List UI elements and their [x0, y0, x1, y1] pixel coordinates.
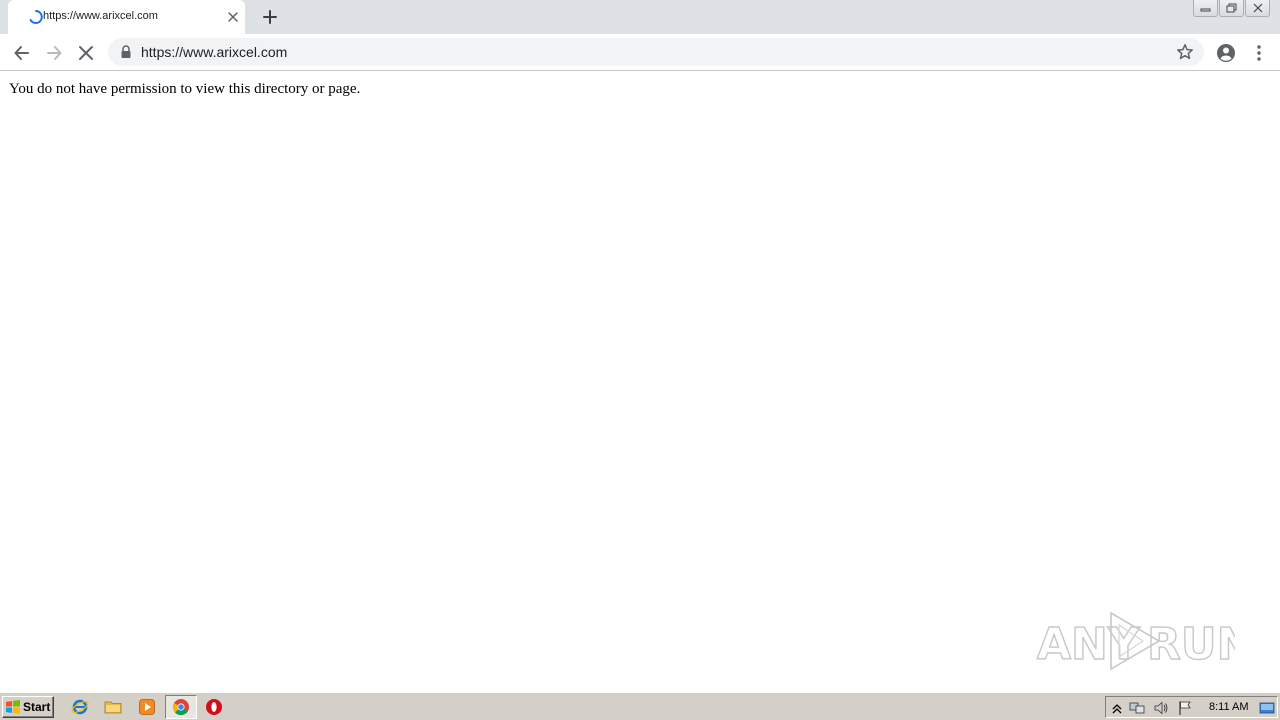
- folder-icon[interactable]: [104, 698, 122, 716]
- clock[interactable]: 8:11 AM: [1209, 701, 1249, 713]
- opera-icon[interactable]: [205, 698, 223, 716]
- back-arrow-icon[interactable]: [12, 43, 32, 63]
- page-content: You do not have permission to view this …: [0, 72, 1280, 692]
- restore-button[interactable]: [1219, 0, 1244, 17]
- anyrun-watermark: ANY RUN: [1036, 611, 1235, 671]
- close-window-button[interactable]: [1245, 0, 1270, 17]
- stop-loading-icon[interactable]: [76, 43, 96, 63]
- window-controls: [1192, 0, 1270, 18]
- bookmark-star-icon[interactable]: [1176, 43, 1194, 61]
- taskbar: Start 8:11 AM: [0, 692, 1280, 720]
- tab-strip: https://www.arixcel.com: [0, 0, 1280, 34]
- address-bar[interactable]: https://www.arixcel.com: [108, 38, 1204, 66]
- network-icon[interactable]: [1129, 700, 1145, 716]
- restore-icon: [1226, 3, 1236, 13]
- windows-logo-icon: [6, 700, 20, 714]
- new-tab-icon[interactable]: [261, 8, 279, 26]
- start-button[interactable]: Start: [2, 696, 54, 718]
- profile-avatar-icon[interactable]: [1216, 43, 1236, 63]
- browser-tab[interactable]: https://www.arixcel.com: [8, 0, 245, 34]
- loading-spinner-icon: [29, 10, 43, 24]
- browser-toolbar: https://www.arixcel.com: [0, 34, 1280, 71]
- start-label: Start: [23, 700, 51, 714]
- forward-arrow-icon[interactable]: [44, 43, 64, 63]
- volume-icon[interactable]: [1153, 700, 1169, 716]
- url-text[interactable]: https://www.arixcel.com: [141, 44, 287, 60]
- close-tab-icon[interactable]: [225, 9, 241, 25]
- action-center-flag-icon[interactable]: [1177, 700, 1193, 716]
- show-desktop-icon[interactable]: [1259, 700, 1275, 716]
- close-icon: [1253, 3, 1262, 13]
- watermark-text-left: ANY: [1037, 619, 1141, 670]
- minimize-button[interactable]: [1193, 0, 1218, 17]
- tab-title: https://www.arixcel.com: [43, 10, 158, 22]
- watermark-text-right: RUN: [1147, 619, 1235, 670]
- minimize-icon: [1200, 8, 1210, 12]
- lock-icon[interactable]: [120, 45, 132, 59]
- media-player-icon[interactable]: [138, 698, 156, 716]
- menu-kebab-icon[interactable]: [1249, 43, 1269, 63]
- system-tray: 8:11 AM: [1105, 696, 1278, 718]
- chrome-icon[interactable]: [172, 698, 190, 716]
- internet-explorer-icon[interactable]: [71, 698, 89, 716]
- permission-denied-message: You do not have permission to view this …: [9, 81, 361, 97]
- show-hidden-icons-icon[interactable]: [1109, 700, 1125, 716]
